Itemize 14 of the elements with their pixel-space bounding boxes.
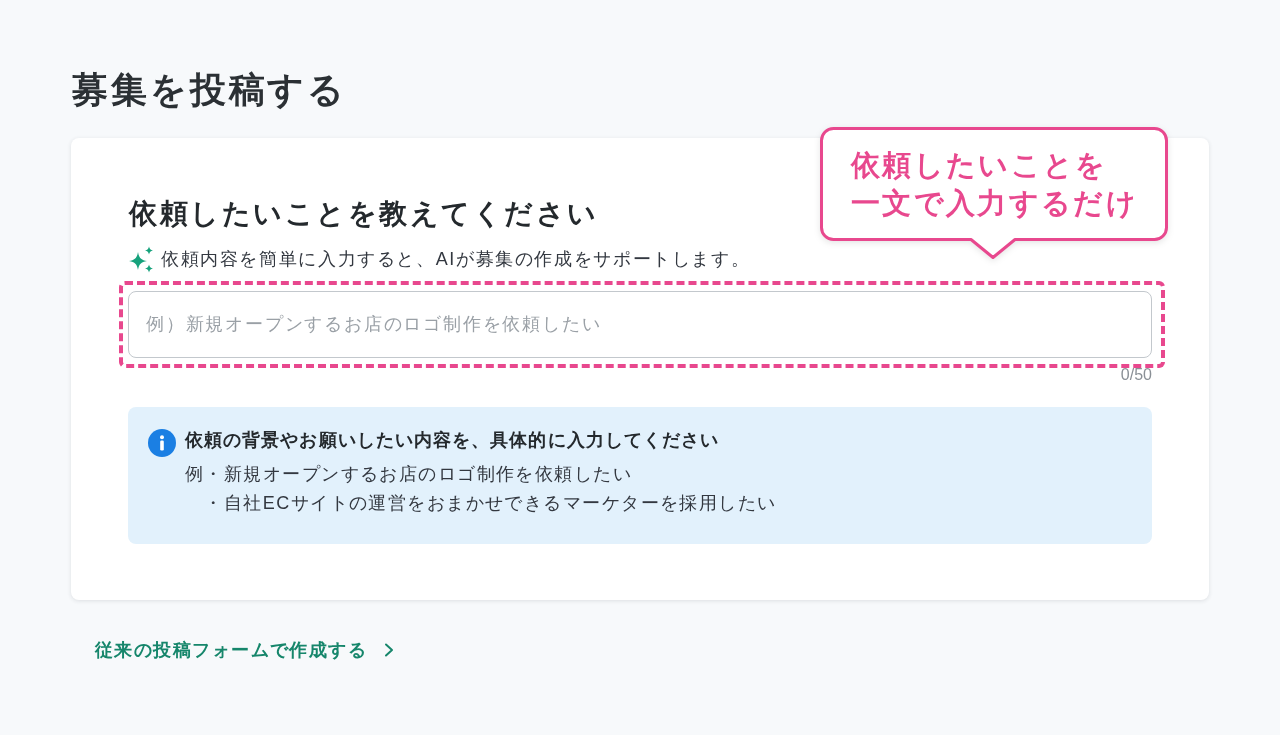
page-title: 募集を投稿する [72, 68, 348, 112]
section-heading: 依頼したいことを教えてください [129, 197, 599, 231]
info-icon [148, 429, 176, 457]
legacy-form-link[interactable]: 従来の投稿フォームで作成する [95, 636, 395, 664]
example-text: ・新規オープンするお店のロゴ制作を依頼したい [204, 463, 633, 486]
info-title: 依頼の背景やお願いしたい内容を、具体的に入力してください [185, 429, 720, 452]
chevron-right-icon [384, 643, 395, 657]
callout-text: 依頼したいことを 一文で入力するだけ [851, 148, 1138, 221]
example-text: ・自社ECサイトの運営をおまかせできるマーケターを採用したい [204, 492, 777, 515]
request-input[interactable]: 例）新規オープンするお店のロゴ制作を依頼したい [128, 291, 1152, 358]
sparkle-icon [128, 246, 154, 273]
example-label: 例 [185, 463, 205, 486]
hint-text: 依頼内容を簡単に入力すると、AIが募集の作成をサポートします。 [161, 248, 751, 271]
character-counter: 0/50 [1120, 365, 1152, 385]
